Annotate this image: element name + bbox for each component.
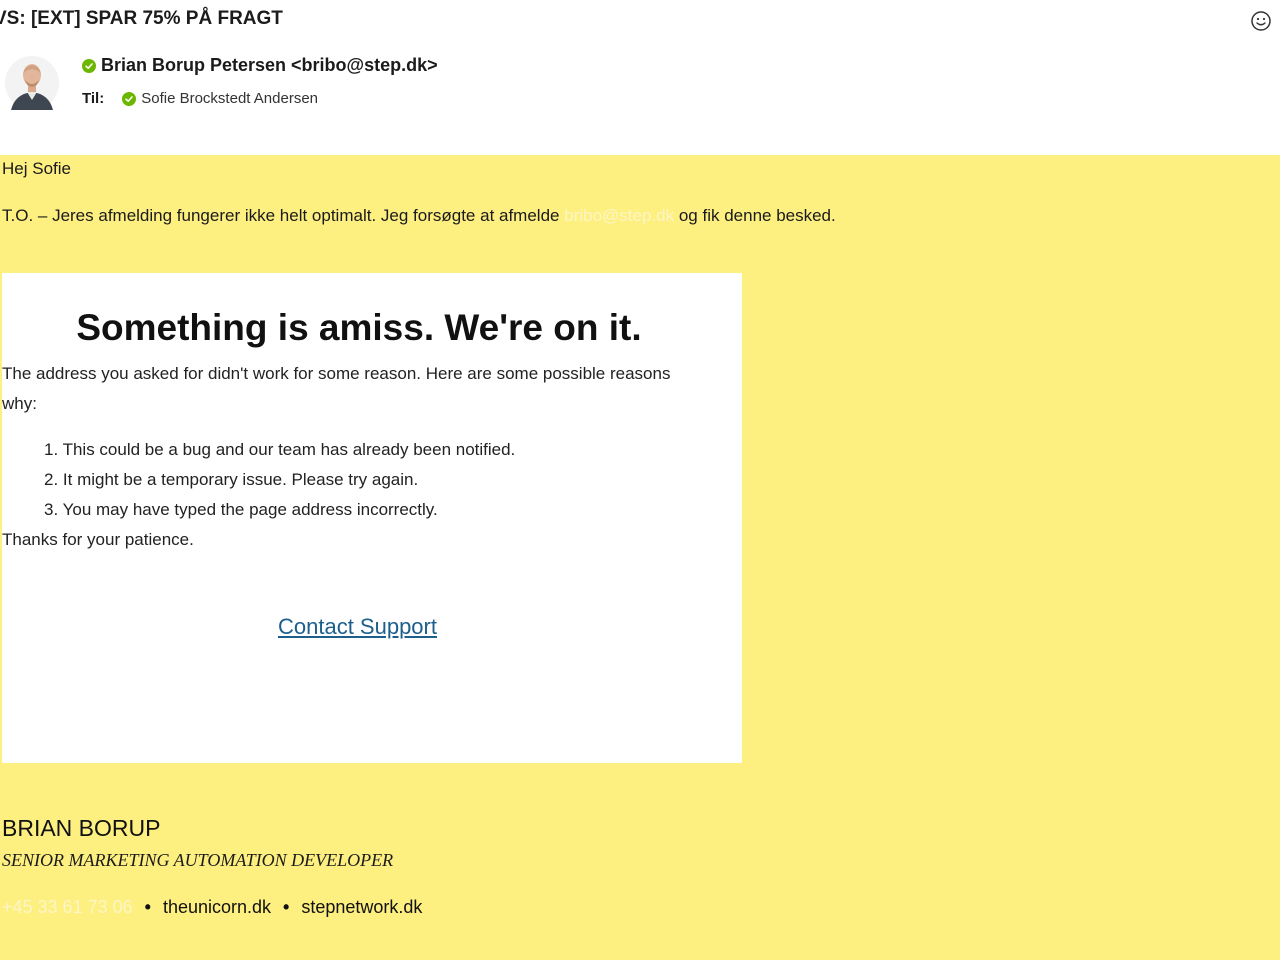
error-thanks: Thanks for your patience. [2, 530, 194, 549]
recipient-name[interactable]: Sofie Brockstedt Andersen [141, 90, 318, 107]
presence-available-icon [82, 58, 96, 73]
to-label: Til: [82, 90, 105, 107]
error-page-screenshot: Something is amiss. We're on it. The add… [2, 273, 742, 763]
unsubscribed-email-link[interactable]: bribo@step.dk [564, 206, 674, 225]
signature-contact: +45 33 61 73 06 • theunicorn.dk • stepne… [2, 897, 422, 918]
error-reasons-list: 1. This could be a bug and our team has … [44, 435, 515, 525]
error-title: Something is amiss. We're on it. [76, 307, 642, 348]
email-reading-pane: VS: [EXT] SPAR 75% PÅ FRAGT Brian Borup … [0, 0, 1280, 960]
list-item: 3. You may have typed the page address i… [44, 500, 438, 519]
presence-available-icon [122, 91, 137, 106]
list-item: 2. It might be a temporary issue. Please… [44, 470, 419, 489]
recipient-row: Til: Sofie Brockstedt Andersen [82, 90, 318, 107]
error-description: The address you asked for didn't work fo… [2, 364, 671, 413]
signature-phone[interactable]: +45 33 61 73 06 [2, 897, 133, 918]
sender-name: Brian Borup Petersen <bribo@step.dk> [101, 55, 438, 75]
smiley-icon[interactable] [1250, 10, 1272, 32]
message-text-start: T.O. – Jeres afmelding fungerer ikke hel… [2, 206, 560, 225]
sender-avatar[interactable] [5, 54, 59, 112]
greeting: Hej Sofie [2, 159, 71, 178]
message-text-end: og fik denne besked. [678, 206, 836, 225]
list-item: 1. This could be a bug and our team has … [44, 440, 516, 459]
signature-link-stepnetwork[interactable]: stepnetwork.dk [301, 897, 422, 918]
separator-dot: • [144, 897, 151, 917]
message-text: T.O. – Jeres afmelding fungerer ikke hel… [2, 206, 836, 226]
signature-title: SENIOR MARKETING AUTOMATION DEVELOPER [2, 850, 394, 870]
email-subject: VS: [EXT] SPAR 75% PÅ FRAGT [0, 8, 283, 29]
sender-row[interactable]: Brian Borup Petersen <bribo@step.dk> [82, 55, 438, 76]
separator-dot: • [283, 897, 290, 917]
signature-name: BRIAN BORUP [2, 815, 161, 841]
signature-link-theunicorn[interactable]: theunicorn.dk [163, 897, 271, 918]
contact-support-link[interactable]: Contact Support [278, 614, 437, 640]
message-body: Hej Sofie T.O. – Jeres afmelding fungere… [0, 155, 1280, 960]
